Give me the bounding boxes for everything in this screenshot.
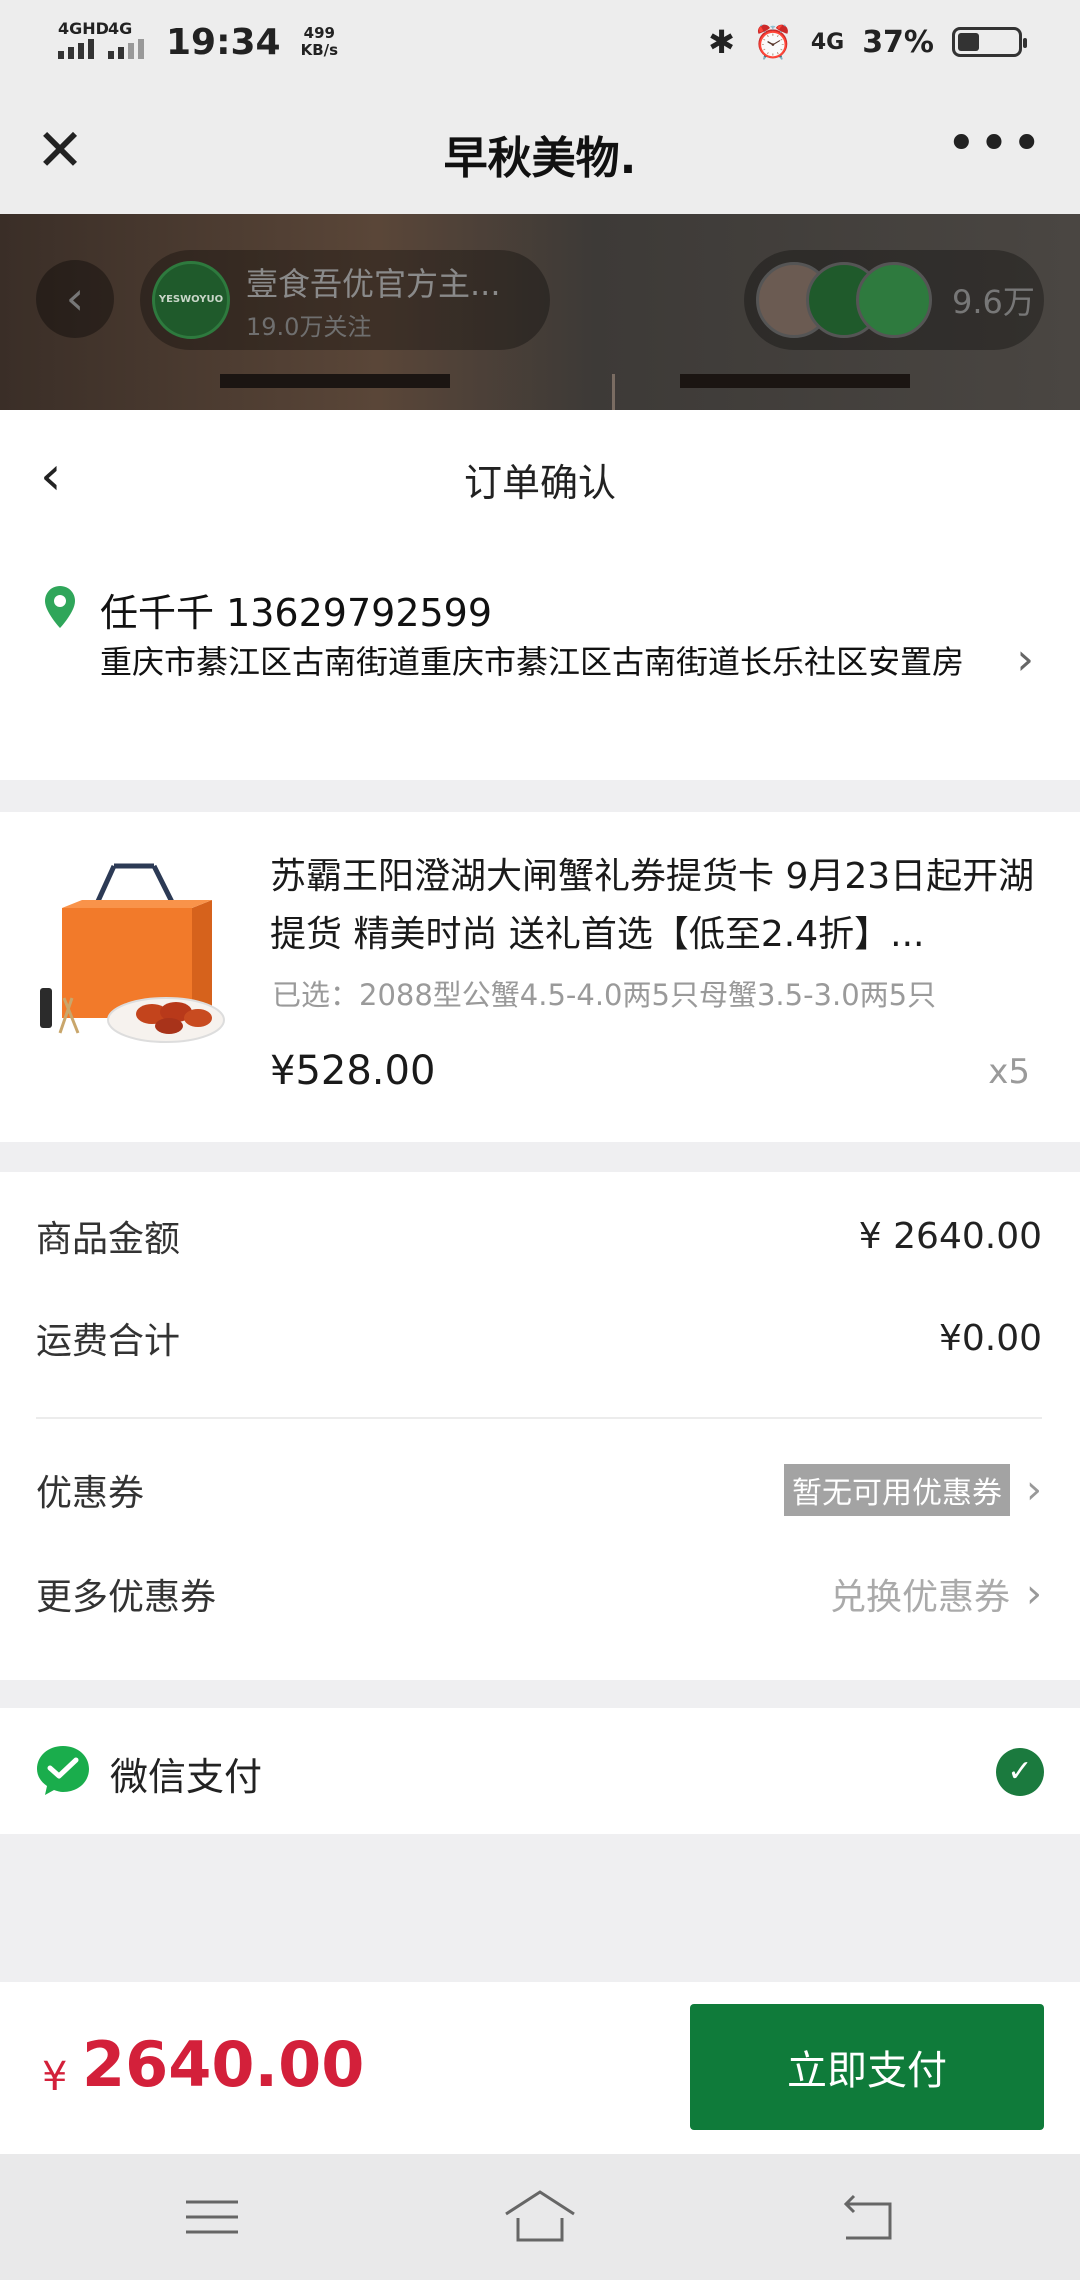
battery-fill <box>958 33 980 51</box>
sheet-title: 订单确认 <box>463 461 616 505</box>
product-price: ¥528.00 <box>270 1048 436 1094</box>
total-amount: 2640.00 <box>82 2028 365 2101</box>
back-nav-icon[interactable] <box>828 2182 908 2252</box>
system-nav-bar <box>0 2154 1080 2280</box>
address-detail: 重庆市綦江区古南街道重庆市綦江区古南街道长乐社区安置房 <box>100 643 965 681</box>
more-coupon-label: 更多优惠券 <box>36 1577 217 1618</box>
live-back-icon: ‹ <box>36 260 114 338</box>
host-followers: 19.0万关注 <box>246 312 372 341</box>
viewer-avatar <box>856 262 932 338</box>
payment-method-label: 微信支付 <box>110 1755 263 1799</box>
host-avatar: YESWOYUO <box>152 261 230 339</box>
more-icon[interactable]: ••• <box>946 118 1044 170</box>
total-currency: ¥ <box>42 2054 68 2100</box>
product-quantity: x5 <box>988 1052 1030 1092</box>
pay-now-button[interactable]: 立即支付 <box>690 2004 1044 2130</box>
product-spec: 已选：2088型公蟹4.5-4.0两5只母蟹3.5-3.0两5只 <box>272 978 937 1012</box>
bluetooth-icon: ✱ <box>708 23 735 61</box>
chevron-right-icon: › <box>1016 634 1034 685</box>
home-icon[interactable] <box>500 2182 580 2252</box>
network-right-label: 4G <box>810 29 845 55</box>
mini-program-nav: ✕ 早秋美物. ••• <box>0 84 1080 214</box>
signal-1-icon: 4GHD <box>58 19 109 59</box>
more-coupon-row[interactable]: 更多优惠券 兑换优惠券 › <box>36 1564 1042 1624</box>
product-image <box>40 863 225 1043</box>
signal-2-icon: 4G <box>108 19 144 59</box>
speed-value: 499 <box>303 24 335 42</box>
payment-method-row[interactable]: 微信支付 ✓ <box>0 1708 1080 1834</box>
goods-amount-row: 商品金额 ¥ 2640.00 <box>36 1206 1042 1266</box>
battery-percent: 37% <box>862 24 934 60</box>
alarm-icon: ⏰ <box>752 23 793 61</box>
network-2-label: 4G <box>108 19 133 38</box>
product-title: 苏霸王阳澄湖大闸蟹礼券提货卡 9月23日起开湖提货 精美时尚 送礼首选【低至2.… <box>270 856 1035 955</box>
location-pin-icon <box>45 586 75 628</box>
viewer-count: 9.6万 <box>952 283 1035 321</box>
coupon-status-badge: 暂无可用优惠券 <box>784 1464 1010 1516</box>
network-1-label: 4GHD <box>58 19 109 38</box>
status-right: ✱ ⏰ 4G 37% <box>708 23 1027 61</box>
live-stream-background: ‹ YESWOYUO 壹食吾优官方主... 19.0万关注 9.6万 <box>0 214 1080 410</box>
shipping-value: ¥0.00 <box>938 1317 1042 1359</box>
recipient-name-phone: 任千千 13629792599 <box>100 591 493 635</box>
host-name: 壹食吾优官方主... <box>246 264 501 303</box>
live-banner-decoration <box>220 374 920 410</box>
address-card[interactable]: 任千千 13629792599 重庆市綦江区古南街道重庆市綦江区古南街道长乐社区… <box>0 540 1080 912</box>
status-bar: 4GHD 4G 19:34 499 KB/s ✱ ⏰ 4G 37% <box>0 0 1080 84</box>
goods-amount-value: ¥ 2640.00 <box>858 1215 1042 1257</box>
speed-unit: KB/s <box>300 41 339 59</box>
chevron-right-icon: › <box>1026 1571 1042 1617</box>
battery-icon <box>952 27 1027 57</box>
sheet-header: ‹ 订单确认 <box>0 410 1080 540</box>
shipping-label: 运费合计 <box>36 1321 181 1362</box>
coupon-row[interactable]: 优惠券 暂无可用优惠券 › <box>36 1460 1042 1520</box>
shipping-row: 运费合计 ¥0.00 <box>36 1308 1042 1368</box>
network-speed: 499 KB/s <box>301 25 338 59</box>
status-left: 4GHD 4G 19:34 499 KB/s <box>58 19 338 63</box>
divider <box>36 1417 1042 1419</box>
chevron-right-icon: › <box>1026 1467 1042 1513</box>
goods-amount-label: 商品金额 <box>36 1219 181 1260</box>
live-host-card: YESWOYUO 壹食吾优官方主... 19.0万关注 <box>140 250 550 350</box>
clock: 19:34 <box>166 21 281 63</box>
price-summary: 商品金额 ¥ 2640.00 运费合计 ¥0.00 优惠券 暂无可用优惠券 › … <box>0 1172 1080 1680</box>
check-icon[interactable]: ✓ <box>996 1748 1044 1796</box>
checkout-bar: ¥ 2640.00 立即支付 <box>0 1982 1080 2154</box>
menu-icon[interactable] <box>172 2182 252 2252</box>
coupon-label: 优惠券 <box>36 1473 145 1514</box>
product-card: 苏霸王阳澄湖大闸蟹礼券提货卡 9月23日起开湖提货 精美时尚 送礼首选【低至2.… <box>0 812 1080 1142</box>
wechat-pay-icon <box>37 1746 89 1795</box>
order-confirm-sheet: ‹ 订单确认 任千千 13629792599 重庆市綦江区古南街道重庆市綦江区古… <box>0 410 1080 1982</box>
nav-title: 早秋美物. <box>443 133 637 184</box>
redeem-coupon-link: 兑换优惠券 <box>829 1577 1010 1618</box>
live-viewers: 9.6万 <box>744 250 1044 350</box>
